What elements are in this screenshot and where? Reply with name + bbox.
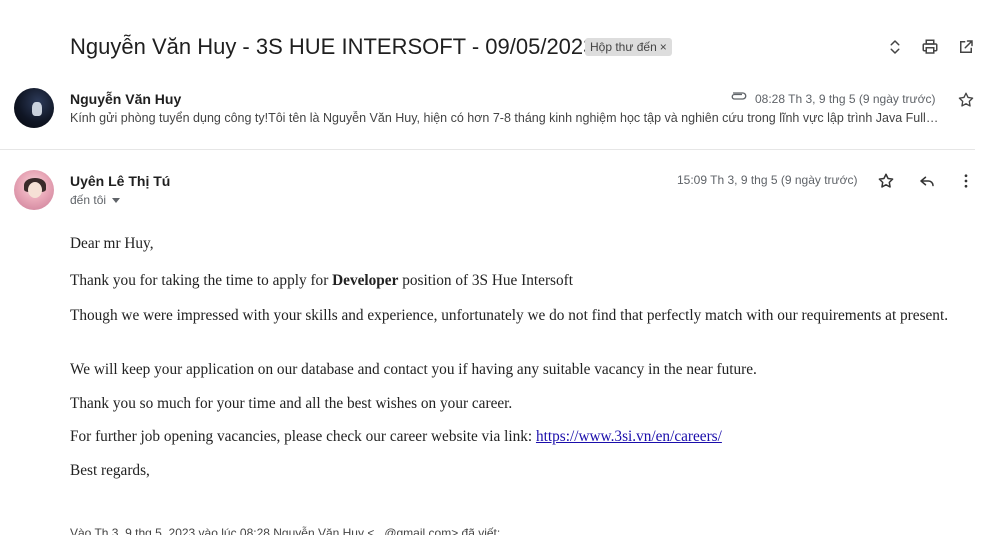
message-time: 15:09 Th 3, 9 thg 5 (9 ngày trước) <box>677 173 858 187</box>
email-greeting: Dear mr Huy, <box>70 235 154 252</box>
inbox-label-chip[interactable]: Hộp thư đến × <box>585 38 672 56</box>
reply-icon[interactable] <box>916 170 938 192</box>
open-new-window-icon[interactable] <box>955 36 977 58</box>
remove-label-icon[interactable]: × <box>660 40 667 54</box>
attachment-icon <box>731 92 747 100</box>
inbox-label-text: Hộp thư đến <box>590 40 657 54</box>
expand-collapse-icon[interactable] <box>884 36 906 58</box>
message-divider <box>0 149 975 150</box>
top-toolbar <box>884 36 984 58</box>
email-paragraph: Thank you so much for your time and all … <box>70 395 513 412</box>
email-paragraph: We will keep your application on our dat… <box>70 361 757 378</box>
message-time: 08:28 Th 3, 9 thg 5 (9 ngày trước) <box>755 92 936 106</box>
star-icon[interactable] <box>956 90 976 110</box>
careers-link[interactable]: https://www.3si.vn/en/careers/ <box>536 428 722 445</box>
sender-name: Nguyễn Văn Huy <box>70 91 182 107</box>
message-snippet[interactable]: Kính gửi phòng tuyển dụng công ty!Tôi tê… <box>70 111 975 125</box>
recipient-details-toggle[interactable]: đến tôi <box>70 193 121 207</box>
more-options-icon[interactable] <box>955 170 977 192</box>
email-paragraph: Thank you for taking the time to apply f… <box>70 272 573 289</box>
job-position: Developer <box>332 272 399 289</box>
quoted-text-header: Vào Th 3, 9 thg 5, 2023 vào lúc 08:28 Ng… <box>70 526 501 535</box>
chevron-down-icon <box>112 198 121 204</box>
subject-row: Nguyễn Văn Huy - 3S HUE INTERSOFT - 09/0… <box>70 30 980 64</box>
avatar[interactable] <box>14 170 54 210</box>
print-icon[interactable] <box>919 36 941 58</box>
email-paragraph: For further job opening vacancies, pleas… <box>70 428 722 445</box>
email-closing: Best regards, <box>70 462 150 479</box>
star-icon[interactable] <box>876 171 896 191</box>
email-subject: Nguyễn Văn Huy - 3S HUE INTERSOFT - 09/0… <box>70 34 596 59</box>
avatar[interactable] <box>14 88 54 128</box>
sender-name: Uyên Lê Thị Tú <box>70 173 171 189</box>
email-paragraph: Though we were impressed with your skill… <box>70 307 949 324</box>
avatar-photo <box>32 102 42 116</box>
recipient-label: đến tôi <box>70 193 107 207</box>
